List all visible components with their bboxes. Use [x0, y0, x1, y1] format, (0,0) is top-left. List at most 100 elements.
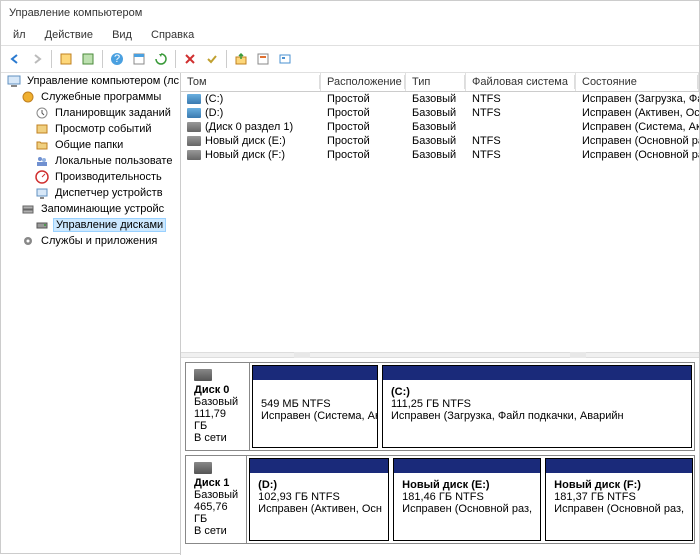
- partition-header: [250, 459, 388, 473]
- disk-info: Диск 1Базовый465,76 ГБВ сети: [186, 456, 247, 543]
- toolbar-btn-5[interactable]: [253, 49, 273, 69]
- header-type[interactable]: Тип: [406, 73, 466, 91]
- volume-grid-body[interactable]: (C:)ПростойБазовыйNTFSИсправен (Загрузка…: [181, 92, 699, 162]
- disk-row[interactable]: Диск 0Базовый111,79 ГБВ сети549 МБ NTFSИ…: [185, 362, 695, 451]
- partition-title: (D:): [258, 479, 277, 491]
- tree-view[interactable]: Управление компьютером (лс Служебные про…: [1, 73, 181, 555]
- partition-status: Исправен (Активен, Осн: [258, 503, 382, 515]
- disk-icon: [194, 369, 212, 381]
- services-icon: [21, 234, 35, 248]
- partition[interactable]: Новый диск (F:)181,37 ГБ NTFSИсправен (О…: [545, 458, 693, 541]
- header-filesystem[interactable]: Файловая система: [466, 73, 576, 91]
- disk-size: 111,79 ГБ: [194, 408, 226, 432]
- volume-row[interactable]: Новый диск (E:) ПростойБазовыйNTFSИсправе…: [181, 134, 699, 148]
- partition-status: Исправен (Основной раз,: [402, 503, 532, 515]
- volume-fs: NTFS: [466, 148, 576, 162]
- volume-icon: [187, 108, 201, 118]
- folder-icon: [35, 138, 49, 152]
- disk-icon: [35, 218, 49, 232]
- forward-icon[interactable]: [27, 49, 47, 69]
- volume-icon: [187, 122, 201, 132]
- tree-storage[interactable]: Запоминающие устройс: [1, 201, 180, 217]
- refresh-icon[interactable]: [151, 49, 171, 69]
- clock-icon: [35, 106, 49, 120]
- partition[interactable]: 549 МБ NTFSИсправен (Система, Ак: [252, 365, 378, 448]
- partition-size: 111,25 ГБ NTFS: [391, 398, 471, 410]
- partition-header: [253, 366, 377, 380]
- volume-row[interactable]: (Диск 0 раздел 1)ПростойБазовыйИсправен …: [181, 120, 699, 134]
- tree-local-users[interactable]: Локальные пользовате: [1, 153, 180, 169]
- volume-icon: [187, 150, 201, 160]
- partition[interactable]: Новый диск (E:)181,46 ГБ NTFSИсправен (О…: [393, 458, 541, 541]
- check-icon[interactable]: [202, 49, 222, 69]
- disk-status: В сети: [194, 525, 227, 537]
- partition-title: (C:): [391, 386, 410, 398]
- content-pane: Том Расположение Тип Файловая система Со…: [181, 73, 699, 555]
- tree-performance[interactable]: Производительность: [1, 169, 180, 185]
- volume-fs: [466, 120, 576, 134]
- tree-scheduler[interactable]: Планировщик заданий: [1, 105, 180, 121]
- volume-layout: Простой: [321, 92, 406, 106]
- disk-status: В сети: [194, 432, 227, 444]
- menu-action[interactable]: Действие: [37, 27, 101, 43]
- tree-disk-management[interactable]: Управление дисками: [1, 217, 180, 233]
- disk-type: Базовый: [194, 396, 238, 408]
- disk-name: Диск 1: [194, 477, 229, 489]
- toolbar: ?: [1, 45, 699, 73]
- delete-icon[interactable]: [180, 49, 200, 69]
- storage-icon: [21, 202, 35, 216]
- volume-layout: Простой: [321, 148, 406, 162]
- volume-fs: NTFS: [466, 134, 576, 148]
- disk-map-panel[interactable]: Диск 0Базовый111,79 ГБВ сети549 МБ NTFSИ…: [181, 358, 699, 555]
- header-status[interactable]: Состояние: [576, 73, 699, 91]
- menu-file[interactable]: йл: [5, 27, 34, 43]
- menu-view[interactable]: Вид: [104, 27, 140, 43]
- svg-text:?: ?: [114, 53, 120, 65]
- volume-name: (C:): [205, 93, 223, 105]
- partition-size: 549 МБ NTFS: [261, 398, 331, 410]
- volume-icon: [187, 94, 201, 104]
- volume-type: Базовый: [406, 106, 466, 120]
- partition-title: Новый диск (F:): [554, 479, 641, 491]
- tree-shared-folders[interactable]: Общие папки: [1, 137, 180, 153]
- volume-fs: NTFS: [466, 92, 576, 106]
- volume-row[interactable]: (D:)ПростойБазовыйNTFSИсправен (Активен,…: [181, 106, 699, 120]
- disk-type: Базовый: [194, 489, 238, 501]
- volume-row[interactable]: Новый диск (F:) ПростойБазовыйNTFSИсправе…: [181, 148, 699, 162]
- toolbar-btn-6[interactable]: [275, 49, 295, 69]
- menu-help[interactable]: Справка: [143, 27, 202, 43]
- help-icon[interactable]: ?: [107, 49, 127, 69]
- volume-type: Базовый: [406, 148, 466, 162]
- back-icon[interactable]: [5, 49, 25, 69]
- volume-name: Новый диск (F:): [205, 149, 285, 161]
- volume-icon: [187, 136, 201, 146]
- volume-name: (Диск 0 раздел 1): [205, 121, 293, 133]
- header-layout[interactable]: Расположение: [321, 73, 406, 91]
- volume-type: Базовый: [406, 134, 466, 148]
- volume-layout: Простой: [321, 134, 406, 148]
- tree-root[interactable]: Управление компьютером (лс: [1, 73, 180, 89]
- volume-row[interactable]: (C:)ПростойБазовыйNTFSИсправен (Загрузка…: [181, 92, 699, 106]
- toolbar-btn-2[interactable]: [78, 49, 98, 69]
- volume-layout: Простой: [321, 106, 406, 120]
- partition[interactable]: (D:)102,93 ГБ NTFSИсправен (Активен, Осн: [249, 458, 389, 541]
- toolbar-btn-1[interactable]: [56, 49, 76, 69]
- partition[interactable]: (C:)111,25 ГБ NTFSИсправен (Загрузка, Фа…: [382, 365, 692, 448]
- partition-header: [546, 459, 692, 473]
- volume-type: Базовый: [406, 120, 466, 134]
- partition-status: Исправен (Загрузка, Файл подкачки, Авари…: [391, 410, 624, 422]
- volume-status: Исправен (Основной раздел): [576, 134, 699, 148]
- toolbar-btn-3[interactable]: [129, 49, 149, 69]
- header-volume[interactable]: Том: [181, 73, 321, 91]
- volume-status: Исправен (Основной раздел): [576, 148, 699, 162]
- disk-row[interactable]: Диск 1Базовый465,76 ГБВ сети(D:)102,93 Г…: [185, 455, 695, 544]
- toolbar-btn-4[interactable]: [231, 49, 251, 69]
- tree-event-viewer[interactable]: Просмотр событий: [1, 121, 180, 137]
- tree-system-tools[interactable]: Служебные программы: [1, 89, 180, 105]
- wrench-icon: [21, 90, 35, 104]
- volume-name: Новый диск (E:): [205, 135, 286, 147]
- tree-services[interactable]: Службы и приложения: [1, 233, 180, 249]
- tree-device-manager[interactable]: Диспетчер устройств: [1, 185, 180, 201]
- disk-info: Диск 0Базовый111,79 ГБВ сети: [186, 363, 250, 450]
- partition-title: Новый диск (E:): [402, 479, 489, 491]
